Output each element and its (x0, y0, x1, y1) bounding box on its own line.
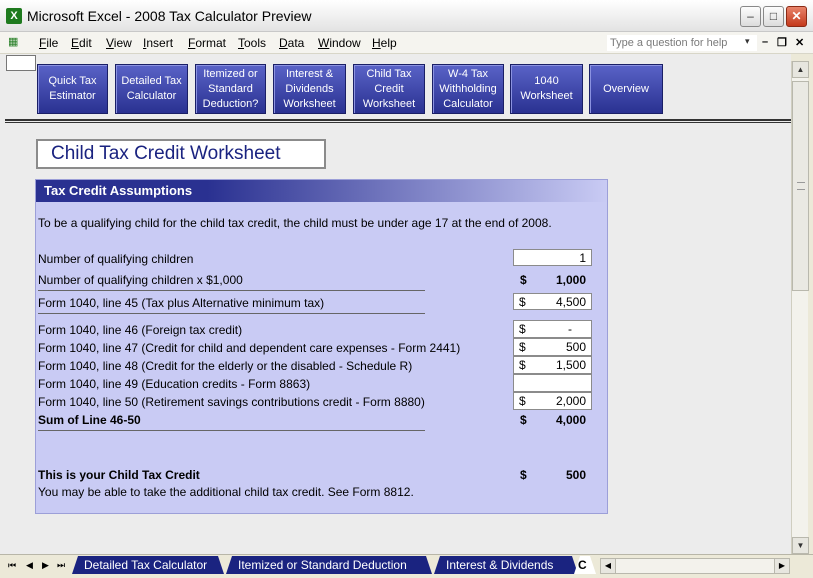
line45-label: Form 1040, line 45 (Tax plus Alternative… (38, 296, 325, 310)
line46-currency: $ (519, 322, 526, 336)
first-sheet-icon[interactable]: ⏮ (8, 560, 16, 571)
line45-input[interactable]: $ 4,500 (513, 293, 592, 310)
ask-dropdown-icon[interactable]: ▾ (745, 36, 750, 47)
qualifying-children-label: Number of qualifying children (38, 252, 194, 266)
line48-value: 1,500 (555, 358, 586, 372)
ask-question-input[interactable]: Type a question for help (607, 35, 757, 51)
last-sheet-icon[interactable]: ⏭ (57, 560, 65, 571)
prev-sheet-icon[interactable]: ◀ (26, 560, 33, 571)
section-header: Tax Credit Assumptions (36, 180, 607, 202)
line45-value: 4,500 (555, 295, 586, 309)
line50-value: 2,000 (555, 394, 586, 408)
line50-label: Form 1040, line 50 (Retirement savings c… (38, 395, 425, 409)
header-divider (5, 119, 791, 123)
worksheet-1040-button[interactable]: 1040 Worksheet (510, 64, 583, 114)
line47-currency: $ (519, 340, 526, 354)
menu-insert[interactable]: Insert (143, 36, 173, 50)
line50-input[interactable]: $ 2,000 (513, 392, 592, 410)
select-all-corner[interactable] (6, 55, 36, 71)
times-1000-value: 1,000 (555, 273, 586, 287)
close-button[interactable]: ✕ (786, 6, 807, 27)
line47-value: 500 (565, 340, 586, 354)
intro-text: To be a qualifying child for the child t… (38, 216, 552, 230)
excel-app-icon: X (6, 8, 22, 24)
worksheet-area: Quick Tax Estimator Detailed Tax Calcula… (0, 54, 791, 554)
line47-label: Form 1040, line 47 (Credit for child and… (38, 341, 461, 355)
child-tax-credit-button[interactable]: Child Tax Credit Worksheet (353, 64, 425, 114)
horizontal-scrollbar[interactable]: ◀ ▶ (600, 558, 790, 574)
menu-format[interactable]: Format (188, 36, 226, 50)
credit-label: This is your Child Tax Credit (38, 468, 200, 482)
menu-view[interactable]: View (106, 36, 132, 50)
line46-value: - (568, 322, 572, 336)
window-title: Microsoft Excel - 2008 Tax Calculator Pr… (27, 8, 312, 24)
line48-label: Form 1040, line 48 (Credit for the elder… (38, 359, 413, 373)
detailed-tax-calculator-button[interactable]: Detailed Tax Calculator (115, 64, 188, 114)
tab-itemized-standard[interactable]: Itemized or Standard Deduction (226, 556, 432, 574)
menu-bar: ▦ File Edit View Insert Format Tools Dat… (0, 32, 813, 54)
scroll-down-icon[interactable]: ▼ (792, 537, 809, 554)
additional-credit-note: You may be able to take the additional c… (38, 485, 414, 499)
maximize-button[interactable]: □ (763, 6, 784, 27)
line48-input[interactable]: $ 1,500 (513, 356, 592, 374)
line49-input[interactable] (513, 374, 592, 392)
page-title: Child Tax Credit Worksheet (36, 139, 326, 169)
quick-tax-estimator-button[interactable]: Quick Tax Estimator (37, 64, 108, 114)
itemized-or-standard-button[interactable]: Itemized or Standard Deduction? (195, 64, 266, 114)
line47-input[interactable]: $ 500 (513, 338, 592, 356)
line48-currency: $ (519, 358, 526, 372)
title-bar: X Microsoft Excel - 2008 Tax Calculator … (0, 0, 813, 32)
overview-button[interactable]: Overview (589, 64, 663, 114)
tab-interest-dividends[interactable]: Interest & Dividends (434, 556, 578, 574)
menu-data[interactable]: Data (279, 36, 304, 50)
vertical-scrollbar[interactable]: ▲ ▼ (791, 61, 809, 554)
credit-value: 500 (565, 468, 586, 482)
menu-window[interactable]: Window (318, 36, 361, 50)
doc-minimize-button[interactable]: – (762, 36, 768, 48)
sheet-tab-bar: ⏮ ◀ ▶ ⏭ Detailed Tax Calculator Itemized… (0, 554, 813, 578)
line49-label: Form 1040, line 49 (Education credits - … (38, 377, 311, 391)
line45-currency: $ (519, 295, 526, 309)
next-sheet-icon[interactable]: ▶ (42, 560, 49, 571)
interest-dividends-button[interactable]: Interest & Dividends Worksheet (273, 64, 346, 114)
rule-1 (38, 290, 425, 291)
sum-value: 4,000 (555, 413, 586, 427)
tab-child-tax-credit[interactable]: C (574, 556, 596, 574)
vertical-scroll-thumb[interactable] (792, 81, 809, 291)
rule-2 (38, 313, 425, 314)
w4-withholding-button[interactable]: W-4 Tax Withholding Calculator (432, 64, 504, 114)
scroll-right-icon[interactable]: ▶ (774, 559, 789, 573)
rule-3 (38, 430, 425, 431)
menu-edit[interactable]: Edit (71, 36, 92, 50)
times-1000-label: Number of qualifying children x $1,000 (38, 273, 243, 287)
menu-file[interactable]: File (39, 36, 58, 50)
menu-tools[interactable]: Tools (238, 36, 266, 50)
doc-restore-button[interactable]: ❐ (777, 36, 787, 49)
menu-help[interactable]: Help (372, 36, 397, 50)
assumptions-panel: Tax Credit Assumptions To be a qualifyin… (35, 179, 608, 514)
sum-currency: $ (520, 413, 527, 427)
qualifying-children-value: 1 (579, 251, 586, 265)
times-1000-currency: $ (520, 273, 527, 287)
credit-currency: $ (520, 468, 527, 482)
line46-input[interactable]: $ - (513, 320, 592, 338)
scroll-up-icon[interactable]: ▲ (792, 61, 809, 78)
tab-detailed-tax-calculator[interactable]: Detailed Tax Calculator (72, 556, 224, 574)
minimize-button[interactable]: – (740, 6, 761, 27)
sum-label: Sum of Line 46-50 (38, 413, 141, 427)
document-icon[interactable]: ▦ (8, 35, 28, 51)
line50-currency: $ (519, 394, 526, 408)
line46-label: Form 1040, line 46 (Foreign tax credit) (38, 323, 243, 337)
doc-close-button[interactable]: ✕ (795, 36, 804, 49)
scroll-left-icon[interactable]: ◀ (601, 559, 616, 573)
qualifying-children-input[interactable]: 1 (513, 249, 592, 266)
